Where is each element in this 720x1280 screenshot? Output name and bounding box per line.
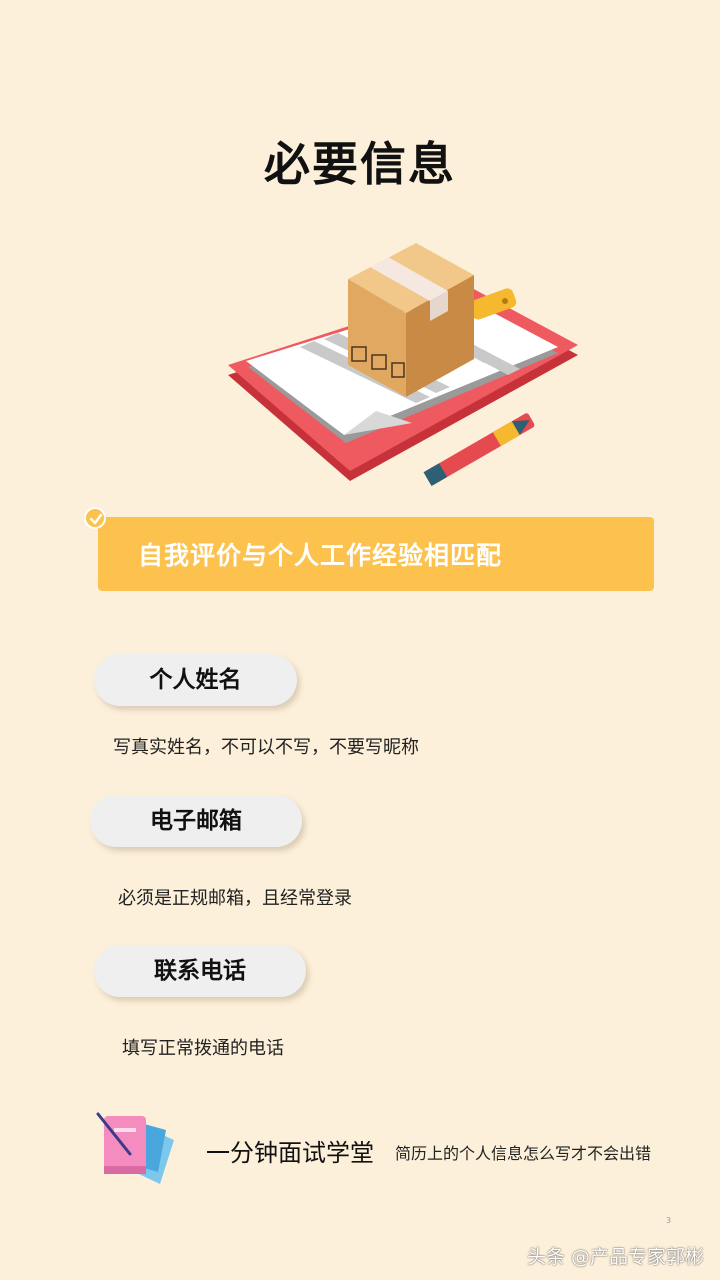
clipboard-box-illustration bbox=[228, 243, 578, 487]
field-description-name: 写真实姓名，不可以不写，不要写昵称 bbox=[113, 737, 419, 758]
field-label-email: 电子邮箱 bbox=[90, 795, 302, 847]
footer-topic: 简历上的个人信息怎么写才不会出错 bbox=[395, 1144, 652, 1163]
page-title: 必要信息 bbox=[264, 137, 456, 191]
check-icon bbox=[84, 507, 106, 529]
notebook-icon bbox=[96, 1112, 174, 1184]
field-description-email: 必须是正规邮箱，且经常登录 bbox=[118, 888, 352, 909]
field-label-name: 个人姓名 bbox=[94, 654, 297, 706]
field-description-phone: 填写正常拨通的电话 bbox=[122, 1038, 284, 1059]
banner-text: 自我评价与个人工作经验相匹配 bbox=[138, 541, 503, 570]
field-label-phone: 联系电话 bbox=[94, 945, 306, 997]
highlight-banner: 自我评价与个人工作经验相匹配 bbox=[98, 517, 654, 591]
watermark: 头条 @产品专家郭彬 bbox=[526, 1246, 704, 1268]
footer-series-title: 一分钟面试学堂 bbox=[206, 1139, 374, 1167]
page-number: 3 bbox=[666, 1216, 672, 1225]
